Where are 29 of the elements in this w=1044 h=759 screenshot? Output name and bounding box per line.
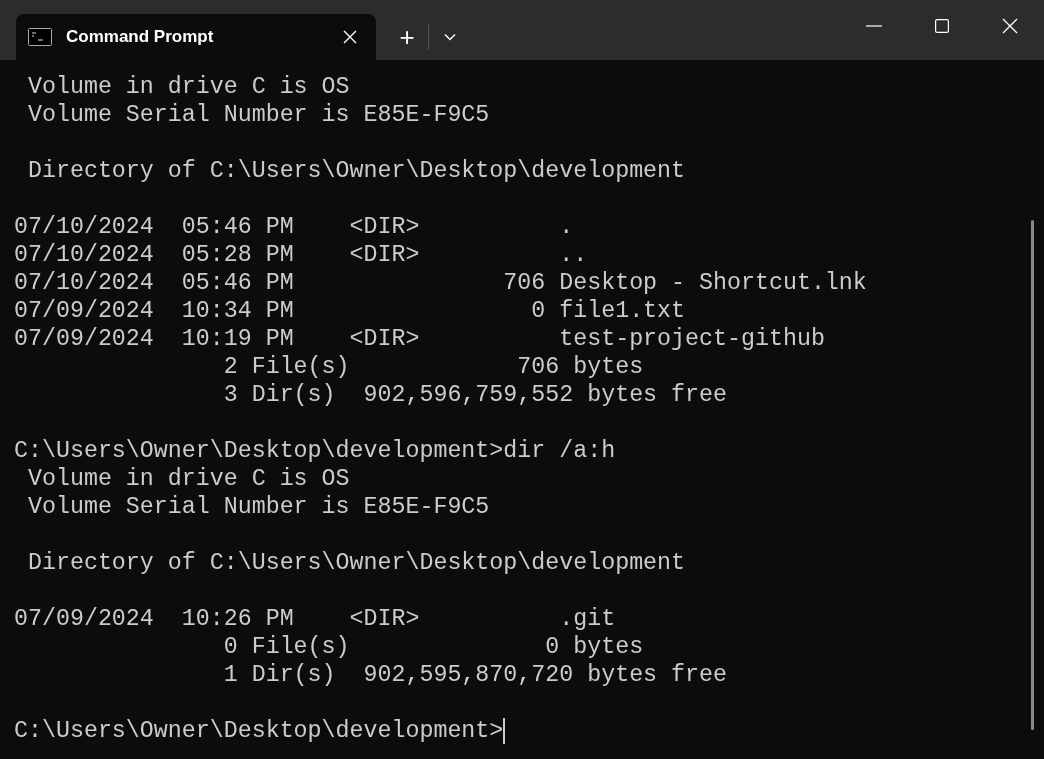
terminal-line: Directory of C:\Users\Owner\Desktop\development bbox=[26, 157, 686, 185]
terminal-line: 07/10/2024 05:28 PM <DIR> .. bbox=[14, 241, 588, 269]
terminal-line: Directory of C:\Users\Owner\Desktop\development bbox=[26, 549, 686, 577]
chevron-down-icon bbox=[444, 33, 456, 41]
terminal-line: Volume Serial Number is E85E-F9C5 bbox=[26, 493, 490, 521]
terminal-line: 2 File(s) 706 bytes bbox=[222, 353, 644, 381]
terminal-line: 1 Dir(s) 902,595,870,720 bytes free bbox=[222, 661, 727, 689]
terminal-line: Volume in drive C is OS bbox=[26, 73, 350, 101]
minimize-icon bbox=[866, 25, 882, 27]
maximize-icon bbox=[935, 19, 949, 33]
terminal-line: C:\Users\Owner\Desktop\development>dir /a:h bbox=[14, 437, 616, 465]
tab-title: Command Prompt bbox=[66, 26, 215, 49]
scrollbar[interactable] bbox=[1031, 220, 1034, 730]
terminal-line: 0 File(s) 0 bytes bbox=[222, 633, 644, 661]
terminal-line: Volume Serial Number is E85E-F9C5 bbox=[26, 101, 490, 129]
prompt-line: C:\Users\Owner\Desktop\development> bbox=[14, 717, 504, 745]
terminal-line: 3 Dir(s) 902,596,759,552 bytes free bbox=[222, 381, 727, 409]
terminal-icon bbox=[28, 28, 52, 46]
terminal-line: 07/09/2024 10:19 PM <DIR> test-project-github bbox=[14, 325, 825, 353]
new-tab-button[interactable]: + bbox=[390, 21, 424, 53]
terminal-line: 07/09/2024 10:34 PM 0 file1.txt bbox=[14, 297, 686, 325]
close-icon bbox=[343, 30, 357, 44]
tab[interactable]: Command Prompt bbox=[16, 14, 376, 60]
terminal-line: Volume in drive C is OS bbox=[26, 465, 350, 493]
close-icon bbox=[1002, 18, 1018, 34]
terminal-line: 07/09/2024 10:26 PM <DIR> .git bbox=[14, 605, 616, 633]
terminal-line: 07/10/2024 05:46 PM <DIR> . bbox=[14, 213, 574, 241]
text-cursor bbox=[503, 718, 506, 744]
terminal-line: 07/10/2024 05:46 PM 706 Desktop - Shortcut.lnk bbox=[14, 269, 867, 297]
